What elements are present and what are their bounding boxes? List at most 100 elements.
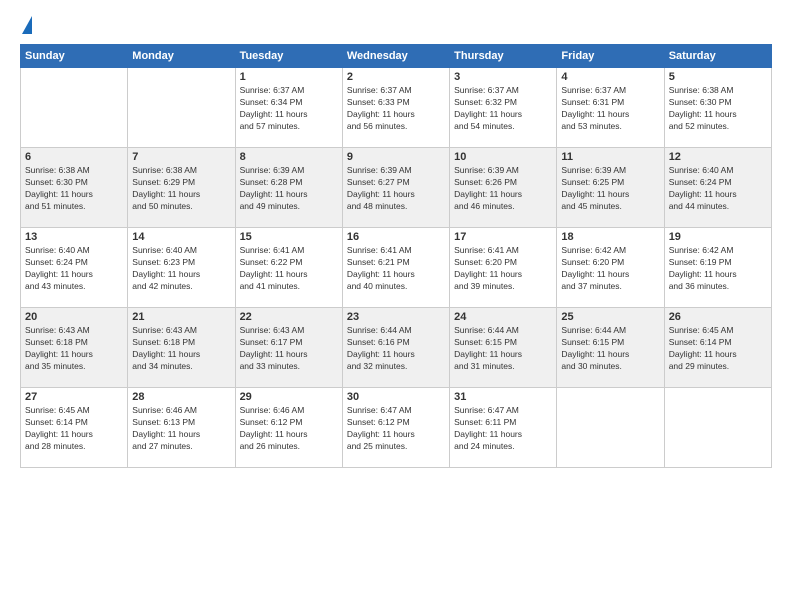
calendar-cell: 27Sunrise: 6:45 AM Sunset: 6:14 PM Dayli…	[21, 388, 128, 468]
day-info: Sunrise: 6:39 AM Sunset: 6:28 PM Dayligh…	[240, 165, 338, 213]
calendar-cell: 23Sunrise: 6:44 AM Sunset: 6:16 PM Dayli…	[342, 308, 449, 388]
calendar-cell: 18 Sunrise: 6:42 AM Sunset: 6:20 PM Dayli…	[557, 228, 664, 308]
day-info: Sunrise: 6:41 AM Sunset: 6:21 PM Dayligh…	[347, 245, 445, 293]
calendar-cell: 6 Sunrise: 6:38 AM Sunset: 6:30 PM Daylig…	[21, 148, 128, 228]
calendar-cell	[664, 388, 771, 468]
calendar-cell: 11 Sunrise: 6:39 AM Sunset: 6:25 PM Dayli…	[557, 148, 664, 228]
calendar-cell: 19 Sunrise: 6:42 AM Sunset: 6:19 PM Dayli…	[664, 228, 771, 308]
calendar-cell: 7Sunrise: 6:38 AM Sunset: 6:29 PM Daylig…	[128, 148, 235, 228]
calendar-cell: 17Sunrise: 6:41 AM Sunset: 6:20 PM Dayli…	[450, 228, 557, 308]
day-number: 6	[25, 151, 123, 163]
calendar-cell: 26 Sunrise: 6:45 AM Sunset: 6:14 PM Dayli…	[664, 308, 771, 388]
day-info: Sunrise: 6:38 AM Sunset: 6:30 PM Dayligh…	[25, 165, 123, 213]
calendar-cell: 4Sunrise: 6:37 AM Sunset: 6:31 PM Daylig…	[557, 68, 664, 148]
calendar-header-wednesday: Wednesday	[342, 45, 449, 68]
calendar-cell	[128, 68, 235, 148]
calendar-cell: 25Sunrise: 6:44 AM Sunset: 6:15 PM Dayli…	[557, 308, 664, 388]
calendar-header-friday: Friday	[557, 45, 664, 68]
calendar-header-tuesday: Tuesday	[235, 45, 342, 68]
day-number: 27	[25, 391, 123, 403]
day-info: Sunrise: 6:44 AM Sunset: 6:15 PM Dayligh…	[454, 325, 552, 373]
day-number: 1	[240, 71, 338, 83]
day-number: 3	[454, 71, 552, 83]
calendar-cell: 10 Sunrise: 6:39 AM Sunset: 6:26 PM Dayli…	[450, 148, 557, 228]
calendar-cell: 2Sunrise: 6:37 AM Sunset: 6:33 PM Daylig…	[342, 68, 449, 148]
day-info: Sunrise: 6:43 AM Sunset: 6:18 PM Dayligh…	[132, 325, 230, 373]
day-info: Sunrise: 6:37 AM Sunset: 6:32 PM Dayligh…	[454, 85, 552, 133]
day-number: 9	[347, 151, 445, 163]
day-number: 10	[454, 151, 552, 163]
day-number: 14	[132, 231, 230, 243]
logo-text	[20, 16, 32, 34]
calendar-header-saturday: Saturday	[664, 45, 771, 68]
day-number: 13	[25, 231, 123, 243]
day-number: 15	[240, 231, 338, 243]
day-info: Sunrise: 6:37 AM Sunset: 6:33 PM Dayligh…	[347, 85, 445, 133]
day-number: 29	[240, 391, 338, 403]
calendar-cell: 29 Sunrise: 6:46 AM Sunset: 6:12 PM Dayli…	[235, 388, 342, 468]
day-info: Sunrise: 6:47 AM Sunset: 6:11 PM Dayligh…	[454, 405, 552, 453]
day-info: Sunrise: 6:39 AM Sunset: 6:25 PM Dayligh…	[561, 165, 659, 213]
day-number: 28	[132, 391, 230, 403]
calendar-cell: 1 Sunrise: 6:37 AM Sunset: 6:34 PM Daylig…	[235, 68, 342, 148]
day-number: 24	[454, 311, 552, 323]
calendar-cell: 16 Sunrise: 6:41 AM Sunset: 6:21 PM Dayli…	[342, 228, 449, 308]
day-info: Sunrise: 6:44 AM Sunset: 6:15 PM Dayligh…	[561, 325, 659, 373]
page: SundayMondayTuesdayWednesdayThursdayFrid…	[0, 0, 792, 612]
calendar-header-monday: Monday	[128, 45, 235, 68]
day-info: Sunrise: 6:41 AM Sunset: 6:22 PM Dayligh…	[240, 245, 338, 293]
day-number: 18	[561, 231, 659, 243]
calendar-cell: 20 Sunrise: 6:43 AM Sunset: 6:18 PM Dayli…	[21, 308, 128, 388]
day-info: Sunrise: 6:40 AM Sunset: 6:24 PM Dayligh…	[669, 165, 767, 213]
day-number: 31	[454, 391, 552, 403]
day-info: Sunrise: 6:39 AM Sunset: 6:26 PM Dayligh…	[454, 165, 552, 213]
logo-icon	[22, 16, 32, 34]
calendar-header-sunday: Sunday	[21, 45, 128, 68]
day-info: Sunrise: 6:47 AM Sunset: 6:12 PM Dayligh…	[347, 405, 445, 453]
calendar-cell: 14 Sunrise: 6:40 AM Sunset: 6:23 PM Dayli…	[128, 228, 235, 308]
calendar-cell: 8 Sunrise: 6:39 AM Sunset: 6:28 PM Daylig…	[235, 148, 342, 228]
week-row-4: 20 Sunrise: 6:43 AM Sunset: 6:18 PM Dayli…	[21, 308, 772, 388]
week-row-1: 1 Sunrise: 6:37 AM Sunset: 6:34 PM Daylig…	[21, 68, 772, 148]
day-number: 12	[669, 151, 767, 163]
calendar-cell: 12 Sunrise: 6:40 AM Sunset: 6:24 PM Dayli…	[664, 148, 771, 228]
day-number: 11	[561, 151, 659, 163]
calendar-cell	[21, 68, 128, 148]
day-info: Sunrise: 6:44 AM Sunset: 6:16 PM Dayligh…	[347, 325, 445, 373]
day-number: 21	[132, 311, 230, 323]
day-number: 8	[240, 151, 338, 163]
day-number: 19	[669, 231, 767, 243]
day-number: 30	[347, 391, 445, 403]
day-info: Sunrise: 6:46 AM Sunset: 6:13 PM Dayligh…	[132, 405, 230, 453]
day-number: 17	[454, 231, 552, 243]
day-info: Sunrise: 6:43 AM Sunset: 6:18 PM Dayligh…	[25, 325, 123, 373]
day-info: Sunrise: 6:38 AM Sunset: 6:29 PM Dayligh…	[132, 165, 230, 213]
day-info: Sunrise: 6:43 AM Sunset: 6:17 PM Dayligh…	[240, 325, 338, 373]
calendar-table: SundayMondayTuesdayWednesdayThursdayFrid…	[20, 44, 772, 468]
header	[20, 16, 772, 34]
day-number: 4	[561, 71, 659, 83]
week-row-5: 27Sunrise: 6:45 AM Sunset: 6:14 PM Dayli…	[21, 388, 772, 468]
calendar-cell: 3 Sunrise: 6:37 AM Sunset: 6:32 PM Daylig…	[450, 68, 557, 148]
calendar-cell: 31 Sunrise: 6:47 AM Sunset: 6:11 PM Dayli…	[450, 388, 557, 468]
day-number: 22	[240, 311, 338, 323]
logo	[20, 16, 32, 34]
day-info: Sunrise: 6:46 AM Sunset: 6:12 PM Dayligh…	[240, 405, 338, 453]
day-info: Sunrise: 6:42 AM Sunset: 6:20 PM Dayligh…	[561, 245, 659, 293]
calendar-cell: 28 Sunrise: 6:46 AM Sunset: 6:13 PM Dayli…	[128, 388, 235, 468]
calendar-cell	[557, 388, 664, 468]
day-info: Sunrise: 6:38 AM Sunset: 6:30 PM Dayligh…	[669, 85, 767, 133]
calendar-header-row: SundayMondayTuesdayWednesdayThursdayFrid…	[21, 45, 772, 68]
calendar-cell: 24 Sunrise: 6:44 AM Sunset: 6:15 PM Dayli…	[450, 308, 557, 388]
day-info: Sunrise: 6:45 AM Sunset: 6:14 PM Dayligh…	[669, 325, 767, 373]
day-number: 16	[347, 231, 445, 243]
day-number: 5	[669, 71, 767, 83]
calendar-cell: 5 Sunrise: 6:38 AM Sunset: 6:30 PM Daylig…	[664, 68, 771, 148]
day-info: Sunrise: 6:42 AM Sunset: 6:19 PM Dayligh…	[669, 245, 767, 293]
day-number: 20	[25, 311, 123, 323]
week-row-2: 6 Sunrise: 6:38 AM Sunset: 6:30 PM Daylig…	[21, 148, 772, 228]
day-info: Sunrise: 6:40 AM Sunset: 6:23 PM Dayligh…	[132, 245, 230, 293]
day-number: 26	[669, 311, 767, 323]
day-info: Sunrise: 6:39 AM Sunset: 6:27 PM Dayligh…	[347, 165, 445, 213]
day-info: Sunrise: 6:37 AM Sunset: 6:34 PM Dayligh…	[240, 85, 338, 133]
